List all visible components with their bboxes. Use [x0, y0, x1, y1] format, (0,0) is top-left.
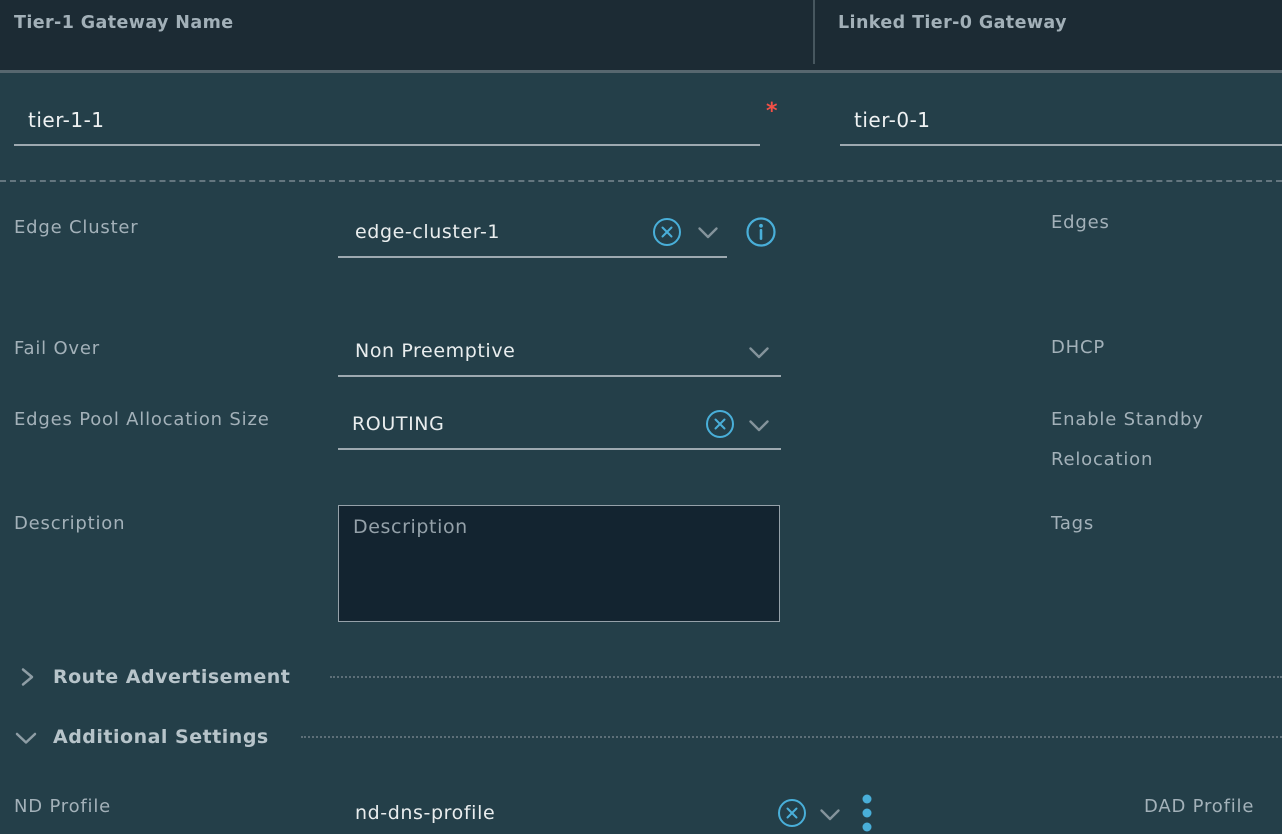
pool-allocation-underline [338, 448, 781, 450]
edge-cluster-clear-icon[interactable] [652, 217, 682, 251]
edge-cluster-info-icon[interactable] [745, 216, 777, 252]
tier1-gateway-form: Tier-1 Gateway Name Linked Tier-0 Gatewa… [0, 0, 1282, 834]
pool-allocation-label: Edges Pool Allocation Size [14, 400, 272, 440]
route-advertisement-rule [330, 676, 1282, 678]
column-divider [813, 0, 815, 64]
column-header-linked-tier0-gateway: Linked Tier-0 Gateway [838, 13, 1067, 33]
fail-over-chevron-down-icon[interactable] [748, 345, 770, 364]
chevron-right-icon [15, 665, 39, 693]
enable-standby-relocation-label: Enable Standby Relocation [1051, 400, 1251, 480]
nd-profile-value: nd-dns-profile [355, 799, 495, 827]
required-asterisk: * [766, 99, 778, 124]
edges-label: Edges [1051, 203, 1110, 243]
nd-profile-label: ND Profile [14, 787, 111, 827]
additional-settings-title: Additional Settings [53, 717, 269, 757]
pool-allocation-clear-icon[interactable] [705, 409, 735, 443]
pool-allocation-value: ROUTING [352, 410, 444, 438]
nd-profile-chevron-down-icon[interactable] [819, 807, 841, 826]
chevron-down-icon [13, 726, 39, 754]
nd-profile-clear-icon[interactable] [777, 798, 807, 832]
tier1-gateway-name-input[interactable] [14, 102, 760, 146]
route-advertisement-title: Route Advertisement [53, 657, 290, 697]
tags-label: Tags [1051, 504, 1094, 544]
edge-cluster-chevron-down-icon[interactable] [697, 225, 719, 244]
edge-cluster-value: edge-cluster-1 [355, 218, 500, 246]
edge-cluster-label: Edge Cluster [14, 208, 139, 248]
dhcp-label: DHCP [1051, 328, 1105, 368]
additional-settings-rule [301, 736, 1282, 738]
description-textarea[interactable] [338, 505, 780, 622]
fail-over-label: Fail Over [14, 329, 100, 369]
dad-profile-label: DAD Profile [1144, 787, 1254, 827]
fail-over-underline [338, 375, 781, 377]
pool-allocation-chevron-down-icon[interactable] [748, 418, 770, 437]
nd-profile-kebab-menu-icon[interactable] [857, 790, 877, 834]
dashed-divider [0, 180, 1282, 182]
grid-header: Tier-1 Gateway Name Linked Tier-0 Gatewa… [0, 0, 1282, 73]
description-label: Description [14, 504, 125, 544]
fail-over-value: Non Preemptive [355, 337, 515, 365]
linked-tier0-gateway-input[interactable] [840, 102, 1282, 146]
column-header-tier1-gateway-name: Tier-1 Gateway Name [14, 13, 233, 33]
edge-cluster-underline [338, 256, 727, 258]
